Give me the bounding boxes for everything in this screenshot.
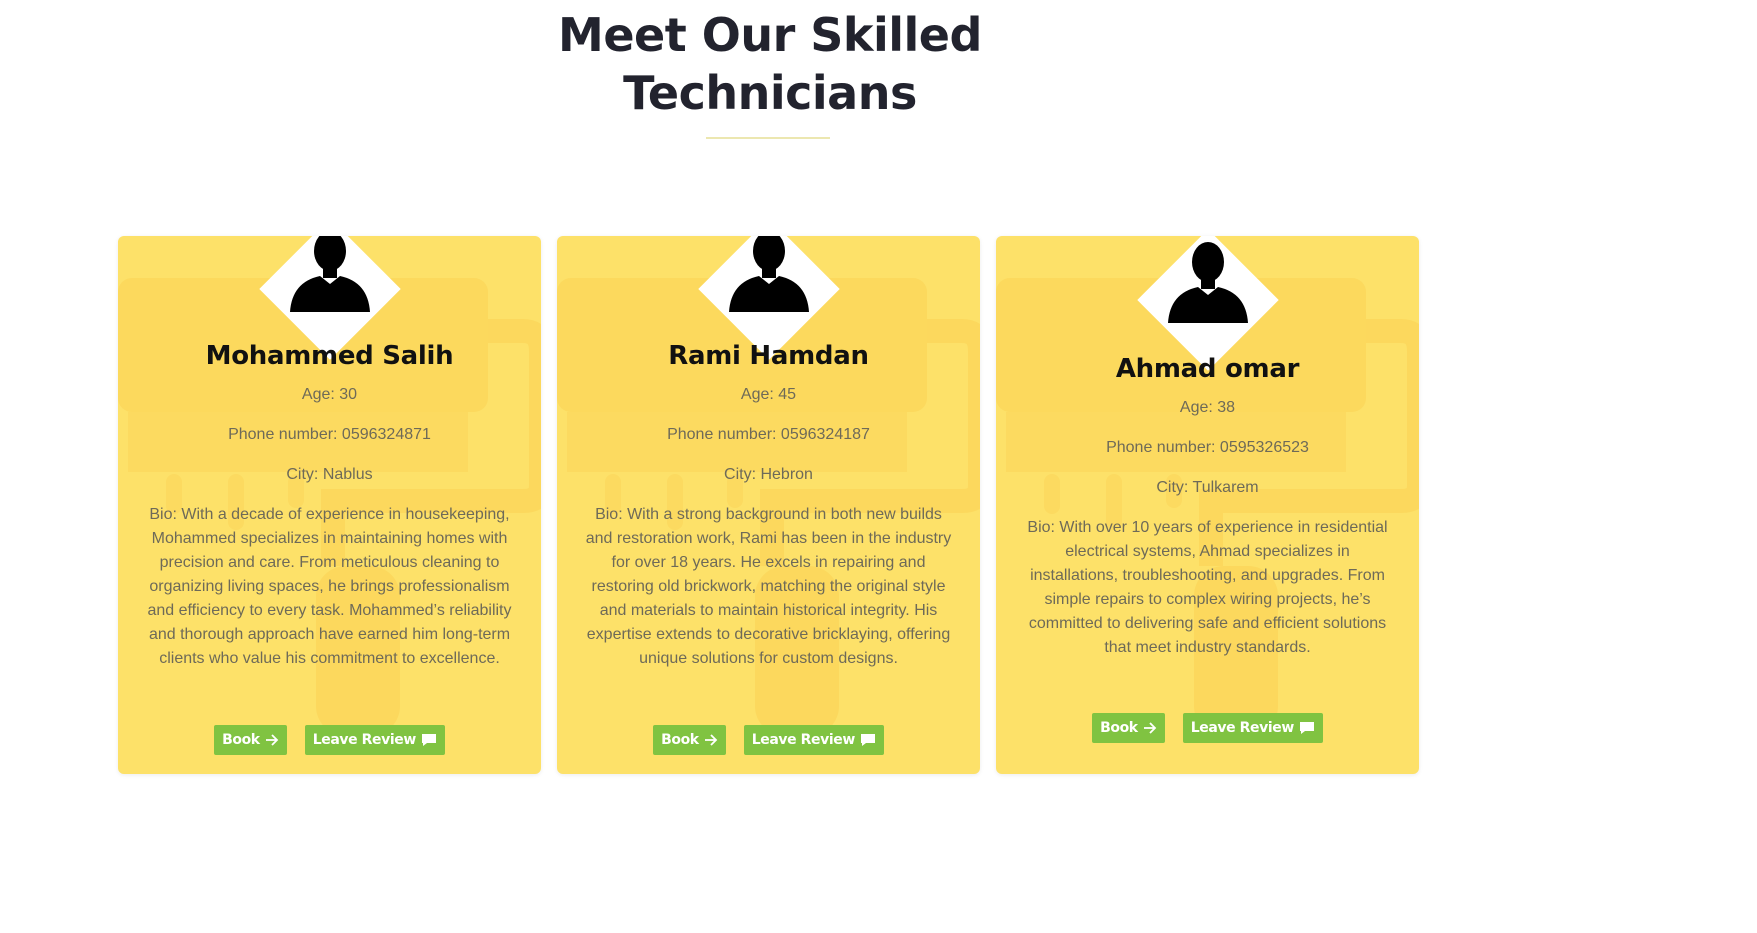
technician-age: Age: 45 (740, 386, 797, 403)
technician-phone: Phone number: 0596324187 (667, 426, 870, 443)
technician-info: Rami Hamdan Age: 45 Phone number: 059632… (557, 338, 980, 671)
book-button[interactable]: Book (214, 725, 287, 755)
book-button-label: Book (1100, 720, 1138, 736)
section-title: Meet Our Skilled Technicians (0, 6, 1540, 122)
technician-card: Mohammed Salih Age: 30 Phone number: 059… (118, 236, 541, 774)
comment-icon (421, 733, 437, 747)
technician-phone: Phone number: 0596324871 (228, 426, 431, 443)
technician-name: Rami Hamdan (668, 341, 869, 371)
technician-city: City: Hebron (724, 466, 813, 483)
arrow-right-icon (265, 734, 279, 746)
technician-bio: Bio: With over 10 years of experience in… (1027, 519, 1388, 656)
leave-review-button[interactable]: Leave Review (304, 725, 445, 755)
leave-review-label: Leave Review (751, 732, 856, 748)
technician-card: Rami Hamdan Age: 45 Phone number: 059632… (557, 236, 980, 774)
book-button[interactable]: Book (1092, 713, 1165, 743)
technician-bio: Bio: With a strong background in both ne… (585, 506, 952, 667)
title-divider (706, 137, 830, 139)
person-silhouette-icon (728, 236, 809, 312)
technician-info: Mohammed Salih Age: 30 Phone number: 059… (118, 338, 541, 671)
technicians-section: Meet Our Skilled Technicians Mohammed Sa… (0, 0, 1757, 933)
section-title-line1: Meet Our Skilled (558, 8, 982, 62)
section-title-line2: Technicians (623, 66, 917, 120)
card-actions: Book Leave Review (557, 725, 980, 755)
technician-phone: Phone number: 0595326523 (1106, 439, 1309, 456)
technician-name: Mohammed Salih (205, 341, 454, 371)
technician-city: City: Tulkarem (1156, 479, 1259, 496)
comment-icon (860, 733, 876, 747)
technician-age: Age: 38 (1179, 399, 1236, 416)
arrow-right-icon (1143, 722, 1157, 734)
technician-bio: Bio: With a decade of experience in hous… (147, 506, 512, 667)
leave-review-label: Leave Review (312, 732, 417, 748)
book-button-label: Book (661, 732, 699, 748)
comment-icon (1299, 721, 1315, 735)
card-actions: Book Leave Review (118, 725, 541, 755)
book-button-label: Book (222, 732, 260, 748)
leave-review-button[interactable]: Leave Review (1182, 713, 1323, 743)
arrow-right-icon (704, 734, 718, 746)
card-actions: Book Leave Review (996, 713, 1419, 743)
technician-name: Ahmad omar (1115, 354, 1300, 384)
technician-info: Ahmad omar Age: 38 Phone number: 0595326… (996, 351, 1419, 660)
technician-card: Ahmad omar Age: 38 Phone number: 0595326… (996, 236, 1419, 774)
leave-review-button[interactable]: Leave Review (743, 725, 884, 755)
leave-review-label: Leave Review (1190, 720, 1295, 736)
person-silhouette-icon (1167, 242, 1248, 323)
technician-city: City: Nablus (286, 466, 373, 483)
technician-age: Age: 30 (301, 386, 358, 403)
book-button[interactable]: Book (653, 725, 726, 755)
person-silhouette-icon (289, 236, 370, 312)
